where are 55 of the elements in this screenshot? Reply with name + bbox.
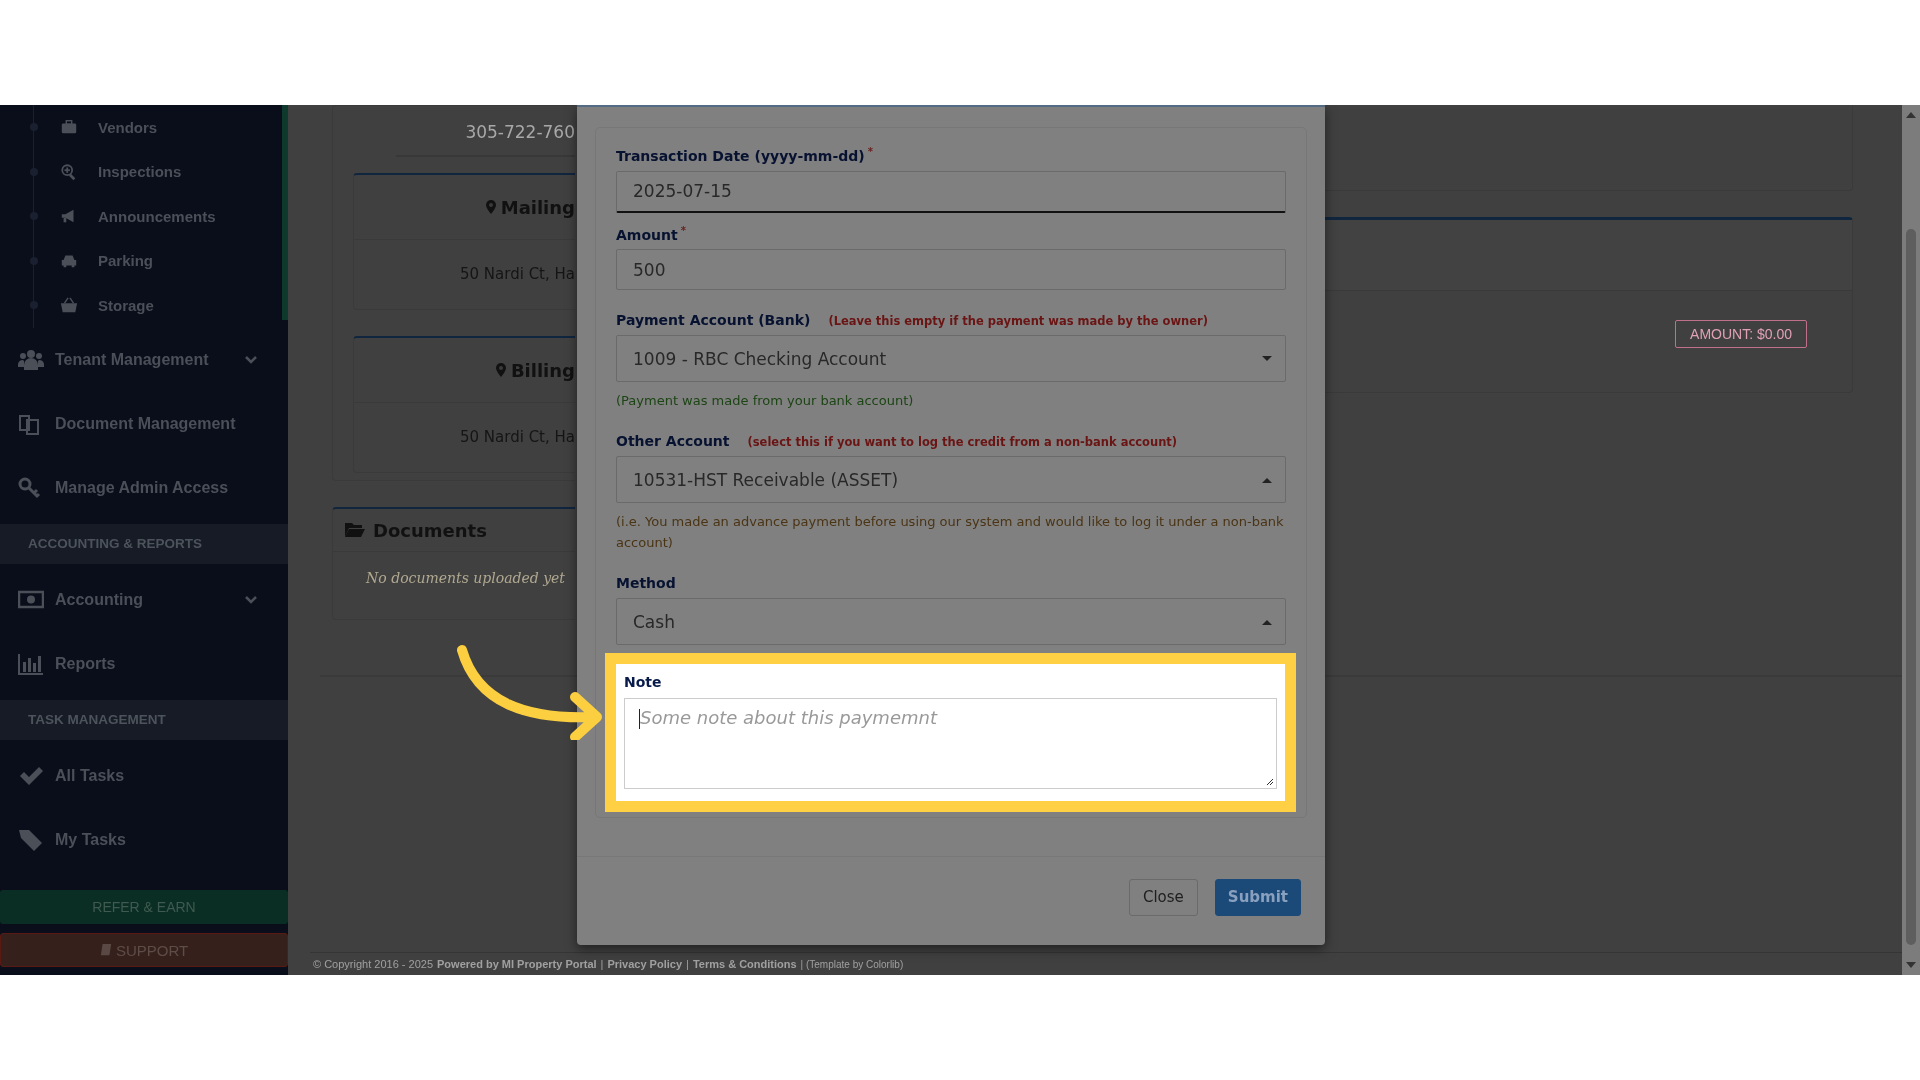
footer-text: Powered by MI Property Portal <box>437 958 597 970</box>
field-hint: (select this if you want to log the credit from a non-bank account) <box>747 435 1178 450</box>
map-pin-icon <box>495 363 506 377</box>
field-label: Amount $^{*}$ <box>616 224 686 243</box>
input-field[interactable]: 500 <box>616 249 1286 291</box>
select-field[interactable]: 1009 - RBC Checking Account <box>616 335 1286 383</box>
field-label: Method <box>616 575 676 592</box>
sidebar-subitem[interactable]: Announcements <box>0 194 288 239</box>
select-field[interactable]: Cash <box>616 598 1286 646</box>
help-text: (i.e. You made an advance payment before using our system and would like to log it under a non-bank account) <box>616 513 1285 553</box>
book-icon <box>99 943 112 957</box>
footer-text: | <box>600 958 604 970</box>
field-label: Payment Account (Bank) <box>616 312 811 329</box>
folder-icon <box>345 522 365 538</box>
sidebar-item[interactable]: Document Management <box>0 391 288 456</box>
map-pin-icon <box>485 200 496 214</box>
field-label: Other Account <box>616 433 730 450</box>
submit-button[interactable]: Submit <box>1214 878 1301 916</box>
scrollbar[interactable] <box>1902 105 1920 975</box>
sidebar-item[interactable]: Accounting <box>0 567 288 632</box>
footer-text: © Copyright 2016 - 2025 <box>313 958 433 970</box>
help-text: (Payment was made from your bank account) <box>616 392 915 411</box>
search-plus-icon <box>60 162 78 181</box>
sidebar-section-header: TASK MANAGEMENT <box>0 699 288 740</box>
sidebar-item[interactable]: Tenant Management <box>0 327 288 392</box>
amount-badge: AMOUNT: $0.00 <box>1675 320 1807 348</box>
sidebar-item[interactable]: My Tasks <box>0 807 288 872</box>
footer-text: | (Template by Colorlib) <box>800 959 904 970</box>
scroll-up-icon[interactable] <box>1906 111 1916 119</box>
footer-text: | <box>686 958 689 970</box>
chart-icon <box>18 651 44 676</box>
phone-number: 305-722-760 <box>464 121 575 144</box>
date-field[interactable]: 2025-07-15 <box>616 170 1286 213</box>
field-label: Transaction Date (yyyy-mm-dd) $^{*}$ <box>616 146 873 164</box>
close-button[interactable]: Close <box>1128 878 1198 916</box>
note-field[interactable]: Some note about this paymemnt <box>624 698 1277 790</box>
users-icon <box>18 347 44 372</box>
sidebar-item[interactable]: Reports <box>0 631 288 696</box>
sidebar-subitem[interactable]: Vendors <box>0 105 288 150</box>
sidebar-subitem[interactable]: Inspections <box>0 149 288 194</box>
footer-link[interactable]: Terms & Conditions <box>692 958 797 970</box>
resize-grip-icon[interactable] <box>1266 778 1274 787</box>
field-hint: (Leave this empty if the payment was made by the owner) <box>828 314 1209 329</box>
sidebar-item[interactable]: All Tasks <box>0 743 288 808</box>
scroll-down-icon[interactable] <box>1906 961 1916 969</box>
tag-icon <box>18 827 44 852</box>
sidebar-subitem[interactable]: Storage <box>0 283 288 328</box>
sidebar-subitem[interactable]: Parking <box>0 238 288 283</box>
sidebar-section-header: ACCOUNTING & REPORTS <box>0 523 288 564</box>
select-field[interactable]: 10531-HST Receivable (ASSET) <box>616 456 1286 504</box>
basket-icon <box>60 296 78 315</box>
field-label: Note <box>624 674 663 691</box>
footer-link[interactable]: Privacy Policy <box>607 958 683 970</box>
empty-message: No documents uploaded yet <box>364 569 566 586</box>
sidebar-item[interactable]: Manage Admin Access <box>0 455 288 520</box>
